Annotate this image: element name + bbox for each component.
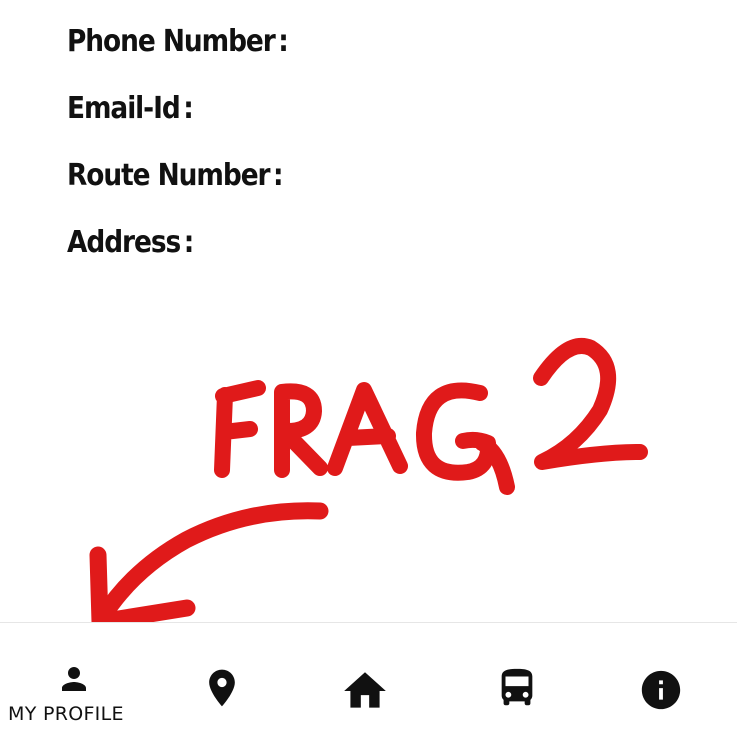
address-colon: : [183,225,195,260]
nav-item-location[interactable] [150,623,298,753]
profile-screen: Phone Number: Email-Id: Route Number: Ad… [0,0,737,753]
phone-number-field: Phone Number: [67,24,289,59]
arrow-shaft [93,502,329,627]
info-icon [641,670,681,710]
letter-g [415,382,515,495]
route-number-field: Route Number: [67,158,284,193]
nav-item-info[interactable] [592,623,737,753]
letter-a [327,382,408,476]
nav-label-my-profile: MY PROFILE [8,703,124,725]
bottom-nav: MY PROFILE [0,622,737,753]
phone-number-label: Phone Number [67,24,276,59]
email-id-colon: : [183,91,194,126]
location-pin-icon [209,669,235,707]
nav-item-bus[interactable] [442,623,592,753]
route-number-label: Route Number [67,158,271,193]
nav-item-my-profile[interactable]: MY PROFILE [0,623,150,753]
arrow-head [89,546,196,631]
nav-item-home[interactable] [298,623,442,753]
email-id-label: Email-Id [67,91,181,126]
address-label: Address [67,225,181,260]
annotation-arrow [89,502,329,631]
person-icon [62,667,86,691]
home-icon [344,672,386,708]
phone-number-colon: : [278,24,289,59]
email-id-field: Email-Id: [67,91,194,126]
route-number-colon: : [273,158,284,193]
digit-2 [533,338,648,470]
letter-f [214,380,266,478]
frag2-handwritten-text [214,338,648,495]
bus-icon [501,668,533,706]
address-field: Address: [67,225,195,260]
letter-r [274,383,328,478]
